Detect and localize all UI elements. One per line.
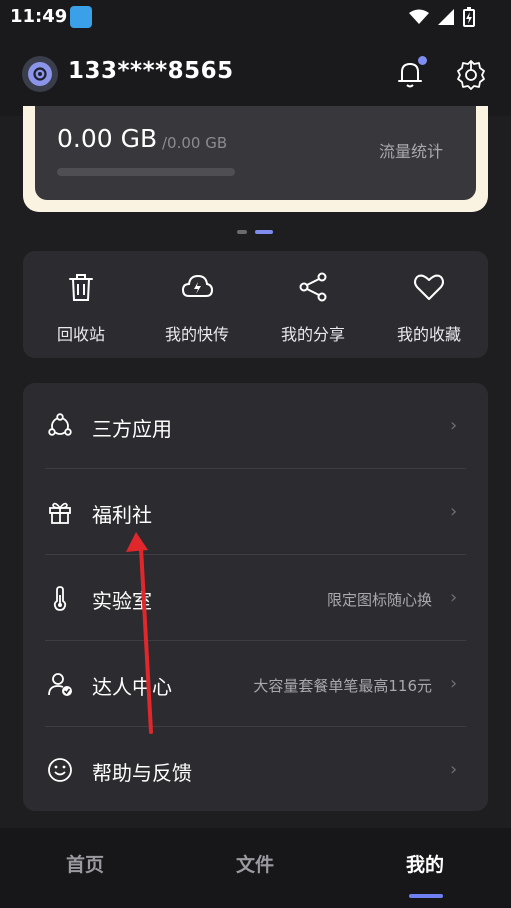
shortcut-my-shares[interactable]: 我的分享 — [255, 251, 371, 358]
settings-gear-icon[interactable] — [454, 58, 488, 92]
shortcut-label: 我的快传 — [164, 325, 229, 344]
shortcut-favorites[interactable]: 我的收藏 — [371, 251, 487, 358]
notification-dot — [418, 56, 427, 65]
status-icons — [409, 7, 475, 27]
chevron-right-icon: › — [450, 673, 458, 694]
carousel-dot[interactable] — [237, 230, 247, 234]
menu-item-label: 实验室 — [92, 589, 152, 613]
storage-used: 0.00 GB — [57, 124, 158, 153]
chevron-right-icon: › — [450, 759, 458, 780]
third-party-apps-icon — [48, 413, 72, 436]
wifi-icon — [409, 9, 429, 24]
smile-icon — [48, 758, 72, 782]
menu-item-label: 福利社 — [92, 503, 152, 527]
avatar-logo-icon — [33, 67, 47, 81]
profile-header: 133****8565 — [0, 34, 511, 116]
avatar-image — [28, 62, 52, 86]
chevron-right-icon: › — [450, 587, 458, 608]
tab-files[interactable]: 文件 — [236, 850, 274, 877]
shortcut-label: 回收站 — [56, 325, 105, 344]
battery-icon — [463, 7, 475, 27]
menu-item-third-party-apps[interactable]: 三方应用 › — [23, 383, 488, 469]
menu-item-welfare[interactable]: 福利社 › — [23, 469, 488, 555]
chevron-right-icon: › — [432, 137, 439, 157]
cloud-upload-icon — [181, 274, 213, 297]
avatar[interactable] — [22, 56, 58, 92]
bottom-tab-bar: 首页 文件 我的 — [0, 828, 511, 908]
storage-total: /0.00 GB — [162, 134, 228, 152]
carousel-indicator — [237, 230, 273, 234]
shortcut-label: 我的分享 — [280, 325, 345, 344]
storage-progress-bar — [57, 168, 235, 176]
menu-item-label: 三方应用 — [92, 417, 172, 441]
app-notification-icon — [70, 6, 92, 28]
shortcut-quick-transfer[interactable]: 我的快传 — [139, 251, 255, 358]
menu-item-label: 帮助与反馈 — [92, 761, 192, 785]
tab-mine[interactable]: 我的 — [406, 850, 444, 877]
status-time: 11:49 — [10, 6, 68, 27]
expert-user-icon — [48, 673, 72, 696]
shortcut-panel: 回收站 我的快传 我的分享 我的收藏 — [23, 251, 488, 358]
menu-item-hint: 大容量套餐单笔最高116元 — [253, 677, 432, 695]
heart-icon — [414, 274, 444, 300]
shortcut-label: 我的收藏 — [396, 325, 461, 344]
chevron-right-icon: › — [450, 415, 458, 436]
status-bar: 11:49 — [0, 0, 511, 34]
user-phone[interactable]: 133****8565 — [68, 58, 234, 84]
menu-item-expert-center[interactable]: 达人中心 大容量套餐单笔最高116元 › — [23, 641, 488, 727]
tab-home[interactable]: 首页 — [66, 850, 104, 877]
menu-item-hint: 限定图标随心换 — [326, 591, 432, 609]
shortcut-recycle-bin[interactable]: 回收站 — [23, 251, 139, 358]
signal-icon — [438, 9, 454, 25]
menu-item-lab[interactable]: 实验室 限定图标随心换 › — [23, 555, 488, 641]
gift-icon — [49, 502, 71, 524]
menu-item-label: 达人中心 — [92, 675, 172, 699]
trash-icon — [69, 274, 93, 301]
active-tab-indicator — [409, 894, 443, 898]
menu-item-help-feedback[interactable]: 帮助与反馈 › — [23, 727, 488, 813]
thermometer-icon — [53, 586, 67, 611]
carousel-dot-active[interactable] — [255, 230, 273, 234]
menu-list: 三方应用 › 福利社 › 实验室 限定图标随心换 › 达人中心 大容量套餐单笔最… — [23, 383, 488, 811]
chevron-right-icon: › — [450, 501, 458, 522]
share-icon — [299, 272, 327, 302]
